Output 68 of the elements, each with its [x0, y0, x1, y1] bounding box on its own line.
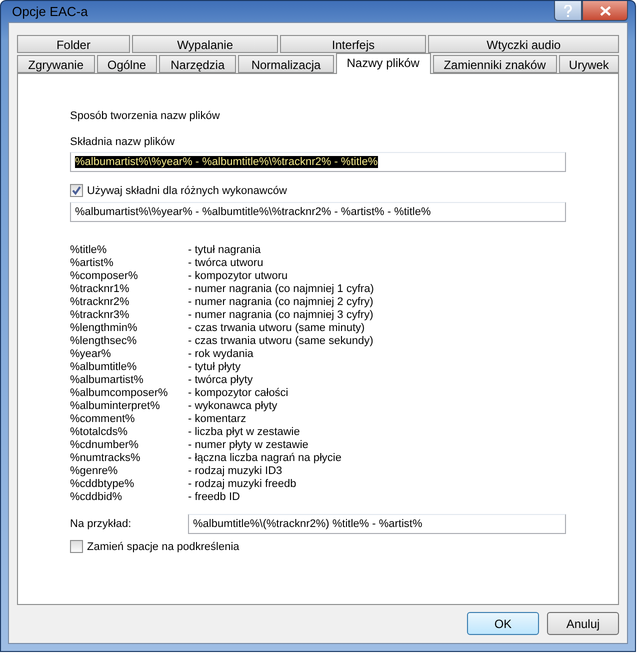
placeholder-token: %tracknr1%: [70, 283, 130, 296]
placeholder-description: - komentarz: [188, 413, 248, 426]
section-title: Sposób tworzenia nazw plików: [70, 110, 221, 122]
placeholder-description: - rodzaj muzyki ID3: [188, 465, 284, 478]
placeholder-token: %albuminterpret%: [70, 400, 161, 413]
placeholder-description: - twórca utworu: [188, 257, 264, 270]
placeholder-description: - kompozytor utworu: [188, 270, 289, 283]
placeholder-token: %albumcomposer%: [70, 387, 169, 400]
placeholder-description: - rodzaj muzyki freedb: [188, 478, 298, 491]
tab[interactable]: Wtyczki audio: [428, 35, 619, 53]
tab[interactable]: Zgrywanie: [17, 55, 95, 73]
placeholder-token: %cdnumber%: [70, 439, 140, 452]
checkbox-label: Używaj składni dla różnych wykonawców: [87, 184, 287, 196]
tab[interactable]: Wypalanie: [132, 35, 278, 53]
placeholder-description: - numer nagrania (co najmniej 3 cyfry): [188, 309, 374, 322]
placeholder-description: - liczba płyt w zestawie: [188, 426, 301, 439]
placeholder-description: - czas trwania utworu (same sekundy): [188, 335, 374, 348]
placeholder-token: %tracknr2%: [70, 296, 130, 309]
placeholder-token: %cddbtype%: [70, 478, 136, 491]
placeholder-description: - rok wydania: [188, 348, 254, 361]
tab[interactable]: Interfejs: [280, 35, 426, 53]
tab[interactable]: Folder: [17, 35, 130, 53]
dialog-button[interactable]: OK: [467, 612, 539, 635]
window-title: Opcje EAC-a: [11, 4, 88, 19]
placeholder-description: - freedb ID: [188, 491, 241, 504]
placeholder-description: - twórca płyty: [188, 374, 254, 387]
tab[interactable]: Ogólne: [96, 55, 157, 73]
placeholder-token: %tracknr3%: [70, 309, 130, 322]
placeholder-token: %cddbid%: [70, 491, 123, 504]
placeholder-token: %composer%: [70, 270, 139, 283]
placeholder-token: %albumtitle%: [70, 361, 138, 374]
placeholder-description: - kompozytor całości: [188, 387, 290, 400]
placeholder-token: %lengthsec%: [70, 335, 138, 348]
input-field[interactable]: %albumartist%\%year% - %albumtitle%\%tracknr2% - %title%: [70, 152, 566, 172]
placeholder-description: - numer nagrania (co najmniej 2 cyfry): [188, 296, 374, 309]
tab[interactable]: Nazwy plików: [336, 53, 431, 74]
placeholder-description: - tytuł płyty: [188, 361, 242, 374]
example-field[interactable]: %albumtitle%\(%tracknr2%) %title% - %artist%: [188, 514, 566, 534]
placeholder-token: %albumartist%: [70, 374, 144, 387]
placeholder-token: %lengthmin%: [70, 322, 138, 335]
placeholder-token: %year%: [70, 348, 112, 361]
placeholder-token: %comment%: [70, 413, 136, 426]
field-label: Na przykład:: [70, 518, 132, 530]
input-field[interactable]: %albumartist%\%year% - %albumtitle%\%tracknr2% - %artist% - %title%: [70, 202, 566, 222]
placeholder-token: %totalcds%: [70, 426, 128, 439]
dialog-button[interactable]: Anuluj: [547, 612, 619, 635]
placeholder-description: - tytuł nagrania: [188, 244, 262, 257]
tab[interactable]: Narzędzia: [158, 55, 236, 73]
close-icon: [600, 6, 610, 16]
placeholder-description: - czas trwania utworu (same minuty): [188, 322, 366, 335]
checkbox-label: Zamień spacje na podkreślenia: [87, 540, 240, 552]
close-button[interactable]: [582, 1, 628, 21]
tab[interactable]: Zamienniki znaków: [432, 55, 557, 73]
checkbox[interactable]: [70, 540, 83, 553]
field-label: Składnia nazw plików: [70, 136, 176, 148]
placeholder-token: %artist%: [70, 257, 114, 270]
placeholder-description: - łączna liczba nagrań na płycie: [188, 452, 342, 465]
placeholder-token: %title%: [70, 244, 108, 257]
placeholder-description: - wykonawca płyty: [188, 400, 278, 413]
help-icon: [564, 4, 572, 16]
placeholder-description: - numer nagrania (co najmniej 1 cyfra): [188, 283, 375, 296]
placeholder-description: - numer płyty w zestawie: [188, 439, 310, 452]
tab[interactable]: Urywek: [558, 55, 620, 73]
checkbox[interactable]: [70, 184, 83, 197]
placeholder-token: %genre%: [70, 465, 119, 478]
placeholder-token: %numtracks%: [70, 452, 142, 465]
tab[interactable]: Normalizacja: [238, 55, 334, 73]
help-button[interactable]: [554, 1, 582, 21]
